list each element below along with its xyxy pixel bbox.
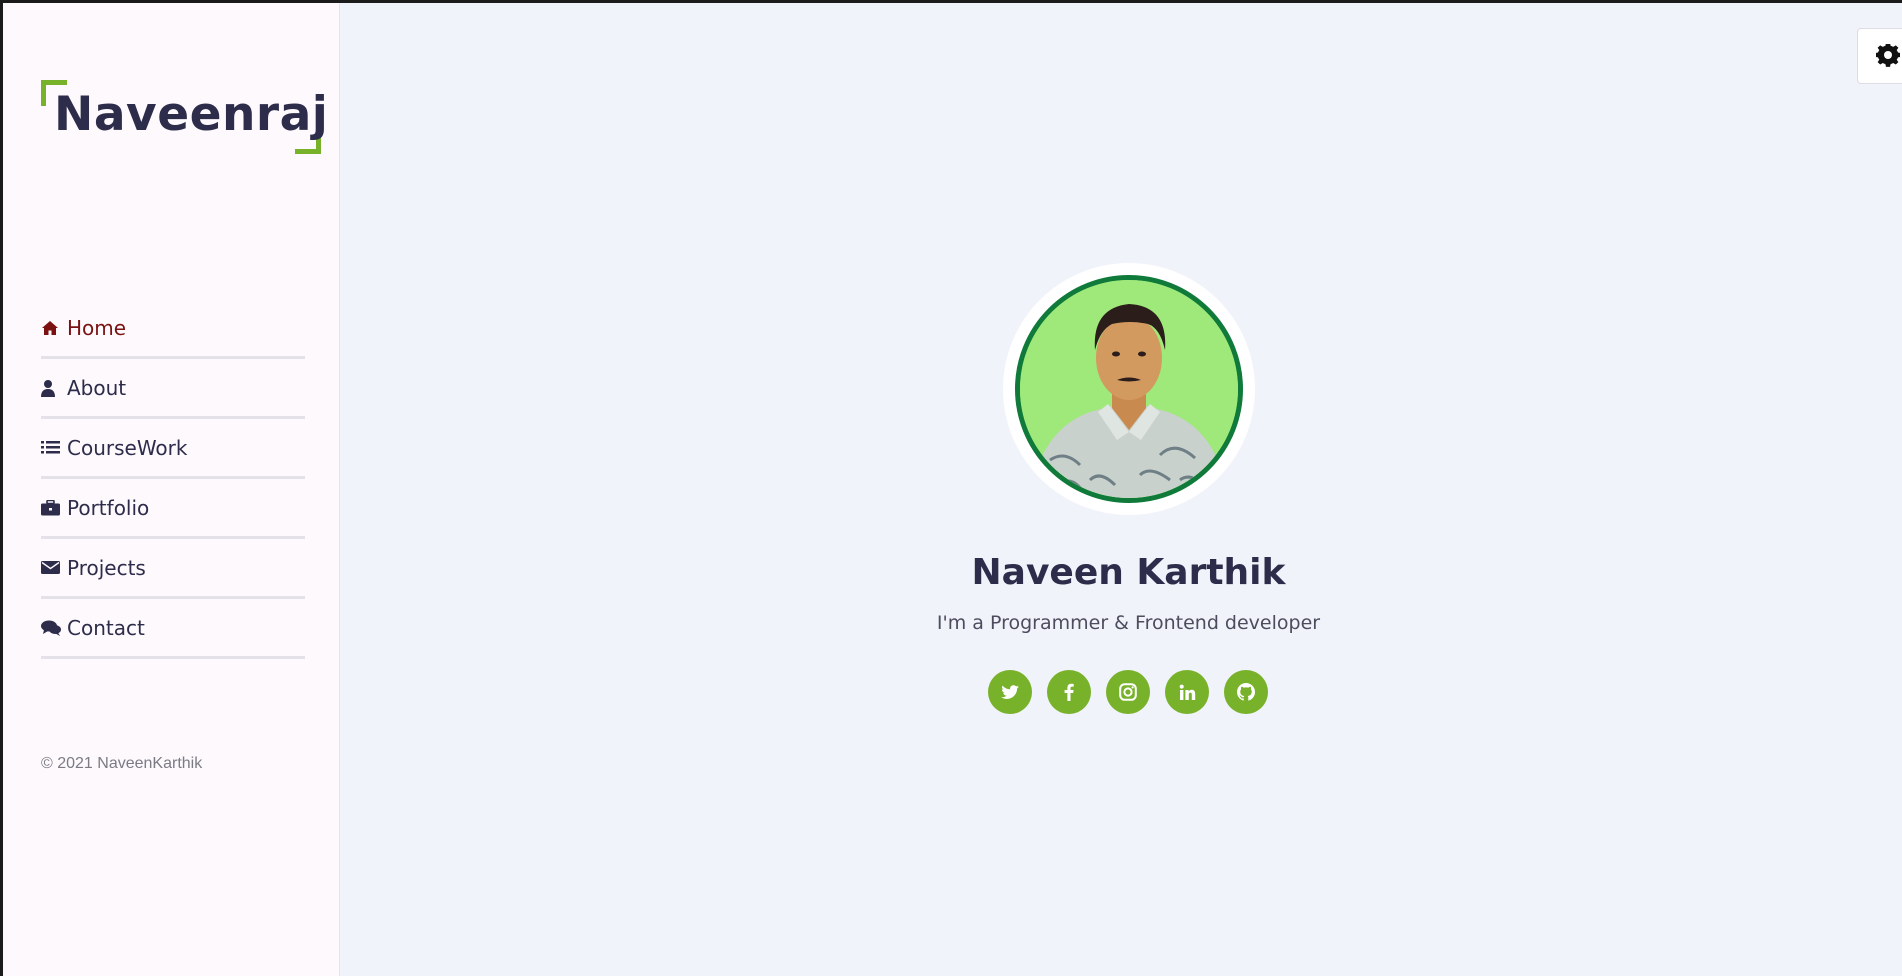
home-icon	[41, 318, 63, 338]
twitter-icon	[1001, 684, 1019, 699]
avatar-ring	[1003, 263, 1255, 515]
avatar	[1015, 275, 1243, 503]
sidebar-item-about[interactable]: About	[41, 359, 305, 419]
social-links	[988, 670, 1268, 714]
logo-text: Naveenraj	[54, 87, 329, 142]
sidebar-item-projects[interactable]: Projects	[41, 539, 305, 599]
list-icon	[41, 438, 63, 458]
sidebar-item-home[interactable]: Home	[41, 299, 305, 359]
logo[interactable]: Naveenraj	[41, 77, 329, 157]
main-content: Naveen Karthik I'm a Programmer & Fronte…	[341, 3, 1902, 976]
sidebar-nav: Home About CourseWork Portfolio Projects	[41, 299, 305, 659]
sidebar-item-contact[interactable]: Contact	[41, 599, 305, 659]
gear-icon	[1876, 44, 1900, 67]
twitter-link[interactable]	[988, 670, 1032, 714]
profile-name: Naveen Karthik	[971, 552, 1286, 593]
user-icon	[41, 378, 63, 398]
sidebar-item-label: Projects	[67, 555, 146, 580]
instagram-link[interactable]	[1106, 670, 1150, 714]
comments-icon	[41, 618, 63, 638]
sidebar: Naveenraj Home About CourseWork Portfoli…	[3, 3, 340, 976]
settings-button[interactable]	[1857, 28, 1902, 84]
sidebar-item-label: CourseWork	[67, 435, 188, 460]
instagram-icon	[1119, 683, 1137, 701]
briefcase-icon	[41, 498, 63, 518]
envelope-icon	[41, 558, 63, 578]
facebook-icon	[1064, 683, 1074, 701]
sidebar-item-label: Portfolio	[67, 495, 150, 520]
facebook-link[interactable]	[1047, 670, 1091, 714]
github-icon	[1237, 683, 1255, 701]
profile-tagline: I'm a Programmer & Frontend developer	[936, 612, 1321, 634]
linkedin-link[interactable]	[1165, 670, 1209, 714]
sidebar-item-label: About	[67, 375, 127, 400]
github-link[interactable]	[1224, 670, 1268, 714]
sidebar-item-portfolio[interactable]: Portfolio	[41, 479, 305, 539]
sidebar-item-label: Home	[67, 315, 127, 340]
copyright-text: © 2021 NaveenKarthik	[41, 755, 203, 772]
sidebar-item-label: Contact	[67, 615, 145, 640]
profile-photo	[1020, 280, 1238, 498]
sidebar-item-coursework[interactable]: CourseWork	[41, 419, 305, 479]
linkedin-icon	[1179, 684, 1195, 700]
